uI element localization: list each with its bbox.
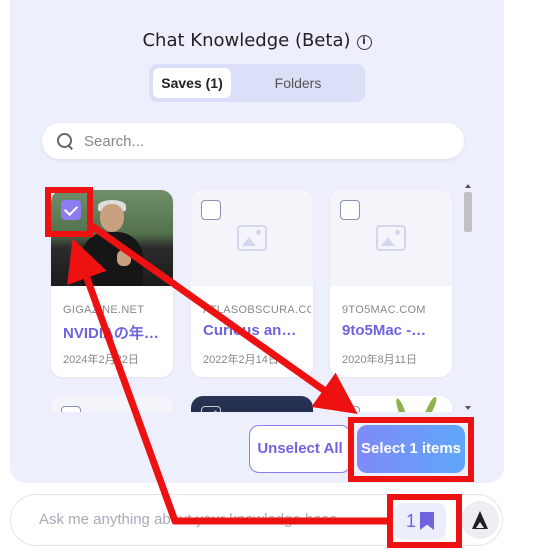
- save-card[interactable]: [191, 396, 313, 412]
- knowledge-panel: Chat Knowledge (Beta) i Saves (1) Folders…: [10, 0, 504, 483]
- select-items-button[interactable]: Select 1 items: [357, 425, 465, 473]
- scroll-up-icon[interactable]: [465, 184, 471, 188]
- card-source: GIGAZINE.NET: [63, 304, 145, 316]
- card-title[interactable]: NVIDIAの年…: [63, 322, 171, 343]
- card-checkbox[interactable]: [340, 200, 360, 220]
- card-checkbox[interactable]: [201, 406, 221, 412]
- tab-folders[interactable]: Folders: [235, 68, 361, 98]
- panel-title: Chat Knowledge (Beta) i: [10, 30, 504, 51]
- saves-toggle-button[interactable]: 1: [394, 503, 446, 539]
- card-title[interactable]: Curious an…: [203, 322, 311, 339]
- chat-input[interactable]: [39, 511, 379, 528]
- unselect-all-button[interactable]: Unselect All: [249, 425, 351, 473]
- card-source: 9TO5MAC.COM: [342, 304, 426, 316]
- save-card[interactable]: GIGAZINE.NET NVIDIAの年… 2024年2月22日: [51, 190, 173, 377]
- grid-scrollbar[interactable]: [463, 184, 473, 410]
- card-source: ATLASOBSCURA.COM: [203, 304, 311, 316]
- tab-bar: Saves (1) Folders: [149, 64, 365, 102]
- search-icon: [56, 132, 74, 150]
- card-date: 2020年8月11日: [342, 354, 418, 366]
- save-card[interactable]: ATLASOBSCURA.COM Curious an… 2022年2月14日: [191, 190, 313, 377]
- card-checkbox[interactable]: [61, 200, 81, 220]
- search-box: [42, 123, 464, 159]
- save-card[interactable]: 9TO5MAC.COM 9to5Mac -… 2020年8月11日: [330, 190, 452, 377]
- scroll-down-icon[interactable]: [465, 406, 471, 410]
- saves-grid: GIGAZINE.NET NVIDIAの年… 2024年2月22日 ATLASO…: [10, 180, 504, 412]
- card-checkbox[interactable]: [340, 406, 360, 412]
- card-checkbox[interactable]: [61, 406, 81, 412]
- card-checkbox[interactable]: [201, 200, 221, 220]
- image-placeholder-icon: [237, 225, 267, 251]
- card-date: 2024年2月22日: [63, 354, 139, 366]
- send-button[interactable]: [461, 501, 499, 539]
- chat-input-bar: 1: [10, 494, 503, 546]
- image-placeholder-icon: [376, 225, 406, 251]
- info-icon[interactable]: i: [356, 35, 372, 50]
- panel-title-text: Chat Knowledge (Beta): [142, 30, 351, 51]
- tab-saves[interactable]: Saves (1): [153, 68, 231, 98]
- search-input[interactable]: [84, 132, 444, 150]
- send-icon: [472, 511, 488, 529]
- scrollbar-thumb[interactable]: [464, 192, 472, 232]
- save-card[interactable]: [330, 396, 452, 412]
- save-card[interactable]: [51, 396, 173, 412]
- card-title[interactable]: 9to5Mac -…: [342, 322, 450, 339]
- bookmark-icon: [420, 512, 434, 530]
- saves-count: 1: [405, 510, 416, 531]
- card-date: 2022年2月14日: [203, 354, 279, 366]
